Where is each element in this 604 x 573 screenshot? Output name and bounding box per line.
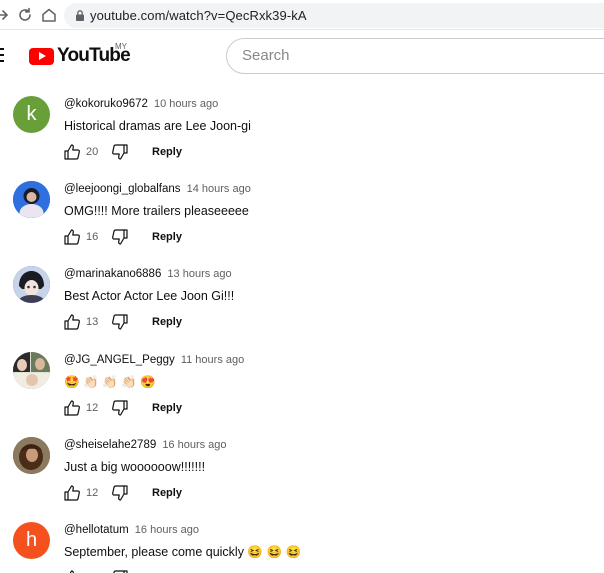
comment-item: h @hellotatum 16 hours ago September, pl…	[0, 512, 604, 573]
comment-item: @marinakano6886 13 hours ago Best Actor …	[0, 256, 604, 342]
comment-time[interactable]: 16 hours ago	[135, 524, 199, 536]
comment-time[interactable]: 11 hours ago	[181, 354, 244, 366]
like-count: 12	[86, 487, 99, 499]
comment-item: @sheiselahe2789 16 hours ago Just a big …	[0, 427, 604, 513]
search-box[interactable]	[226, 38, 604, 74]
like-count: 20	[86, 146, 99, 158]
like-button[interactable]	[62, 483, 82, 503]
avatar-letter: k	[26, 103, 37, 125]
thumbs-up-icon	[64, 229, 80, 245]
comment-time[interactable]: 16 hours ago	[162, 439, 226, 451]
reply-button[interactable]: Reply	[152, 316, 182, 328]
like-button[interactable]	[62, 568, 82, 573]
thumbs-down-icon	[112, 144, 128, 160]
comment-item: @leejoongi_globalfans 14 hours ago OMG!!…	[0, 171, 604, 257]
thumbs-up-icon	[64, 400, 80, 416]
dislike-button[interactable]	[110, 398, 130, 418]
dislike-button[interactable]	[110, 142, 130, 162]
dislike-button[interactable]	[110, 312, 130, 332]
dislike-button[interactable]	[110, 227, 130, 247]
comment-header: @hellotatum 16 hours ago	[64, 524, 199, 536]
comment-text: 🤩 👏🏻 👏🏻 👏🏻 😍	[64, 375, 156, 389]
thumbs-down-icon	[112, 485, 128, 501]
comment-header: @leejoongi_globalfans 14 hours ago	[64, 183, 251, 195]
comment-author[interactable]: @kokoruko9672	[64, 98, 148, 110]
comment-text: September, please come quickly 😆 😆 😆	[64, 545, 302, 559]
comment-author[interactable]: @hellotatum	[64, 524, 129, 536]
avatar[interactable]	[13, 181, 50, 218]
like-count: 12	[86, 402, 99, 414]
thumbs-down-icon	[112, 314, 128, 330]
reply-button[interactable]: Reply	[152, 402, 182, 414]
comment-author[interactable]: @JG_ANGEL_Peggy	[64, 354, 175, 366]
like-button[interactable]	[62, 142, 82, 162]
url-text: youtube.com/watch?v=QecRxk39-kA	[90, 8, 307, 23]
avatar[interactable]	[13, 266, 50, 303]
browser-toolbar: youtube.com/watch?v=QecRxk39-kA	[0, 0, 604, 30]
comment-author[interactable]: @marinakano6886	[64, 268, 161, 280]
reply-button[interactable]: Reply	[152, 146, 182, 158]
thumbs-up-icon	[64, 144, 80, 160]
reload-icon[interactable]	[16, 6, 34, 24]
comment-item: k @kokoruko9672 10 hours ago Historical …	[0, 86, 604, 172]
avatar[interactable]: k	[13, 96, 50, 133]
reply-button[interactable]: Reply	[152, 487, 182, 499]
avatar-letter: h	[25, 529, 38, 551]
reply-button[interactable]: Reply	[152, 231, 182, 243]
dislike-button[interactable]	[110, 568, 130, 573]
comment-time[interactable]: 10 hours ago	[154, 98, 218, 110]
like-button[interactable]	[62, 312, 82, 332]
comment-header: @kokoruko9672 10 hours ago	[64, 98, 218, 110]
comment-author[interactable]: @sheiselahe2789	[64, 439, 156, 451]
dislike-button[interactable]	[110, 483, 130, 503]
forward-icon[interactable]	[0, 6, 12, 24]
thumbs-up-icon	[64, 314, 80, 330]
comment-time[interactable]: 13 hours ago	[167, 268, 231, 280]
comment-text: Historical dramas are Lee Joon-gi	[64, 119, 251, 133]
comment-author[interactable]: @leejoongi_globalfans	[64, 183, 181, 195]
address-bar[interactable]: youtube.com/watch?v=QecRxk39-kA	[64, 3, 604, 28]
hamburger-menu-icon[interactable]	[0, 48, 8, 62]
thumbs-down-icon	[112, 229, 128, 245]
comment-text: Best Actor Actor Lee Joon Gi!!!	[64, 289, 235, 303]
avatar-photo	[13, 266, 50, 303]
comment-header: @JG_ANGEL_Peggy 11 hours ago	[64, 354, 244, 366]
avatar[interactable]	[13, 352, 50, 389]
thumbs-down-icon	[113, 570, 128, 573]
thumbs-up-icon	[69, 570, 74, 573]
search-input[interactable]	[242, 47, 602, 64]
thumbs-up-icon	[64, 485, 80, 501]
comment-header: @sheiselahe2789 16 hours ago	[64, 439, 227, 451]
comment-text: Just a big woooooow!!!!!!!	[64, 460, 206, 474]
home-icon[interactable]	[40, 6, 58, 24]
like-button[interactable]	[62, 398, 82, 418]
comment-header: @marinakano6886 13 hours ago	[64, 268, 232, 280]
like-button[interactable]	[62, 227, 82, 247]
lock-icon[interactable]	[74, 9, 86, 22]
avatar-photo	[13, 181, 50, 218]
play-logo-icon	[29, 47, 54, 65]
like-count: 13	[86, 316, 99, 328]
avatar[interactable]	[13, 437, 50, 474]
avatar[interactable]: h	[13, 522, 50, 559]
comment-item: @JG_ANGEL_Peggy 11 hours ago 🤩 👏🏻 👏🏻 👏🏻 …	[0, 342, 604, 428]
comment-text: OMG!!!! More trailers pleaseeeee	[64, 204, 249, 218]
region-code: MY	[115, 42, 127, 51]
youtube-header: YouTube MY	[0, 30, 604, 86]
avatar-photo	[13, 437, 50, 474]
like-count: 16	[86, 231, 99, 243]
avatar-photo	[13, 352, 50, 389]
comment-time[interactable]: 14 hours ago	[187, 183, 251, 195]
thumbs-down-icon	[112, 400, 128, 416]
